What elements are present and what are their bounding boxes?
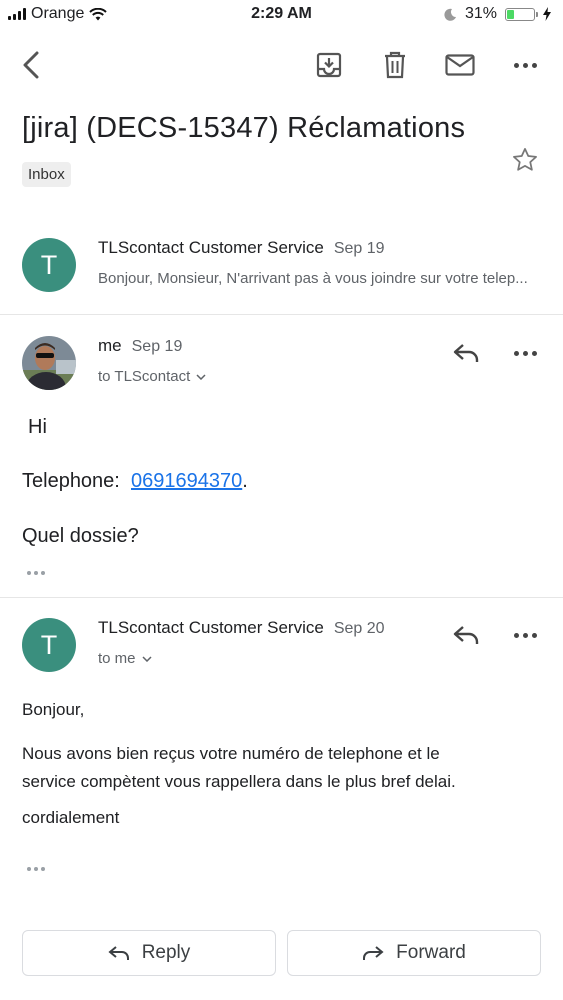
forward-icon: [363, 946, 384, 960]
message-header: me Sep 19: [98, 336, 182, 356]
recipient-details[interactable]: to me: [98, 650, 152, 667]
show-trimmed-icon[interactable]: [22, 862, 50, 876]
body-question: Quel dossie?: [22, 525, 139, 547]
divider: [0, 597, 563, 598]
message-date: Sep 19: [131, 338, 183, 355]
body-line: service compètent vous rappellera dans l…: [22, 772, 456, 791]
recipient-label: to TLScontact: [98, 368, 191, 385]
phone-label: Telephone:: [22, 470, 120, 492]
battery-icon: [505, 7, 538, 21]
battery-percent: 31%: [464, 5, 497, 22]
show-trimmed-icon[interactable]: [22, 566, 50, 580]
status-right: 31%: [444, 5, 551, 23]
forward-button[interactable]: Forward: [287, 930, 541, 976]
forward-label: Forward: [396, 942, 466, 963]
inbox-label[interactable]: Inbox: [22, 162, 71, 187]
more-icon[interactable]: [508, 48, 542, 82]
reply-icon: [108, 946, 129, 960]
back-icon[interactable]: [14, 48, 48, 82]
body-greeting: Bonjour,: [22, 700, 85, 719]
chevron-down-icon: [141, 655, 152, 662]
message-more-icon[interactable]: [508, 336, 542, 370]
message-more-icon[interactable]: [508, 618, 542, 652]
phone-suffix: .: [242, 470, 248, 492]
battery-fill: [507, 9, 515, 19]
avatar-photo: [22, 336, 76, 390]
mail-icon[interactable]: [442, 48, 478, 82]
sender-name: TLScontact Customer Service: [98, 618, 324, 637]
chevron-down-icon: [196, 373, 206, 380]
reply-label: Reply: [141, 942, 191, 963]
star-icon[interactable]: [508, 143, 542, 177]
message-collapsed[interactable]: T TLScontact Customer Service Sep 19 Bon…: [0, 222, 563, 312]
body-phone-line: Telephone: 0691694370.: [22, 470, 248, 493]
avatar: T: [22, 238, 76, 292]
reply-button[interactable]: Reply: [22, 930, 276, 976]
trash-icon[interactable]: [378, 48, 412, 82]
body-line: Nous avons bien reçus votre numéro de te…: [22, 744, 440, 763]
sender-name: me: [98, 336, 122, 355]
sender-name: TLScontact Customer Service: [98, 238, 324, 257]
email-subject: [jira] (DECS-15347) Réclamations: [22, 112, 466, 144]
archive-icon[interactable]: [312, 48, 346, 82]
recipient-details[interactable]: to TLScontact: [98, 368, 206, 385]
moon-icon: [444, 8, 456, 21]
message-header: TLScontact Customer Service Sep 19: [98, 238, 385, 258]
divider: [0, 314, 563, 315]
body-paragraph: Nous avons bien reçus votre numéro de te…: [22, 740, 456, 796]
message-header: TLScontact Customer Service Sep 20: [98, 618, 385, 638]
body-greeting: Hi: [28, 416, 47, 438]
body-closing: cordialement: [22, 808, 120, 827]
message-date: Sep 19: [333, 240, 385, 257]
message-snippet: Bonjour, Monsieur, N'arrivant pas à vous…: [98, 270, 528, 287]
avatar: T: [22, 618, 76, 672]
message-date: Sep 20: [333, 620, 385, 637]
reply-icon[interactable]: [448, 336, 484, 370]
phone-link[interactable]: 0691694370: [131, 470, 242, 492]
reply-icon[interactable]: [448, 618, 484, 652]
charging-bolt-icon: [543, 7, 551, 21]
recipient-label: to me: [98, 650, 136, 667]
status-bar: Orange 2:29 AM 31%: [0, 0, 563, 30]
